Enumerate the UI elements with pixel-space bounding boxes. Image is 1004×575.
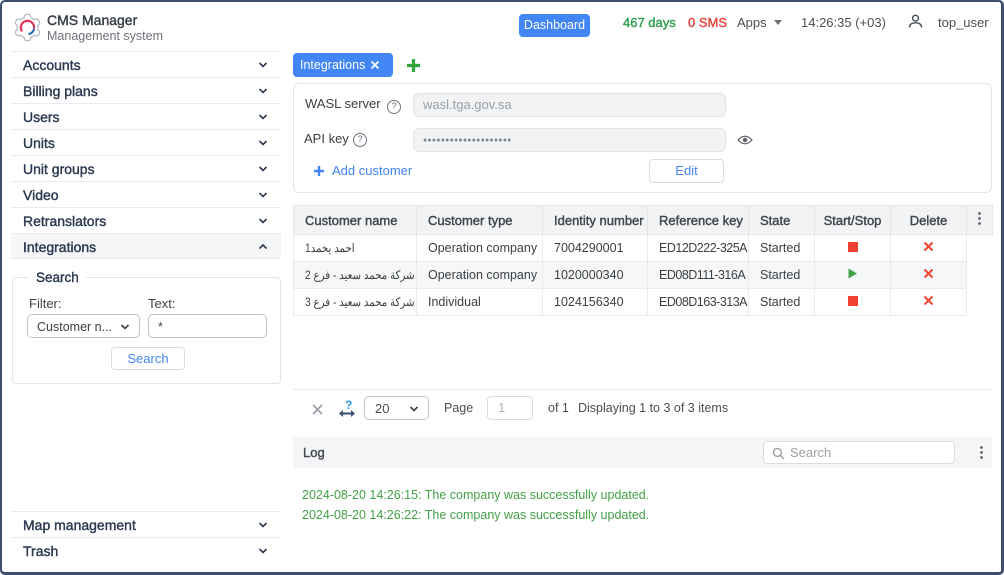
svg-text:?: ?	[345, 398, 352, 412]
